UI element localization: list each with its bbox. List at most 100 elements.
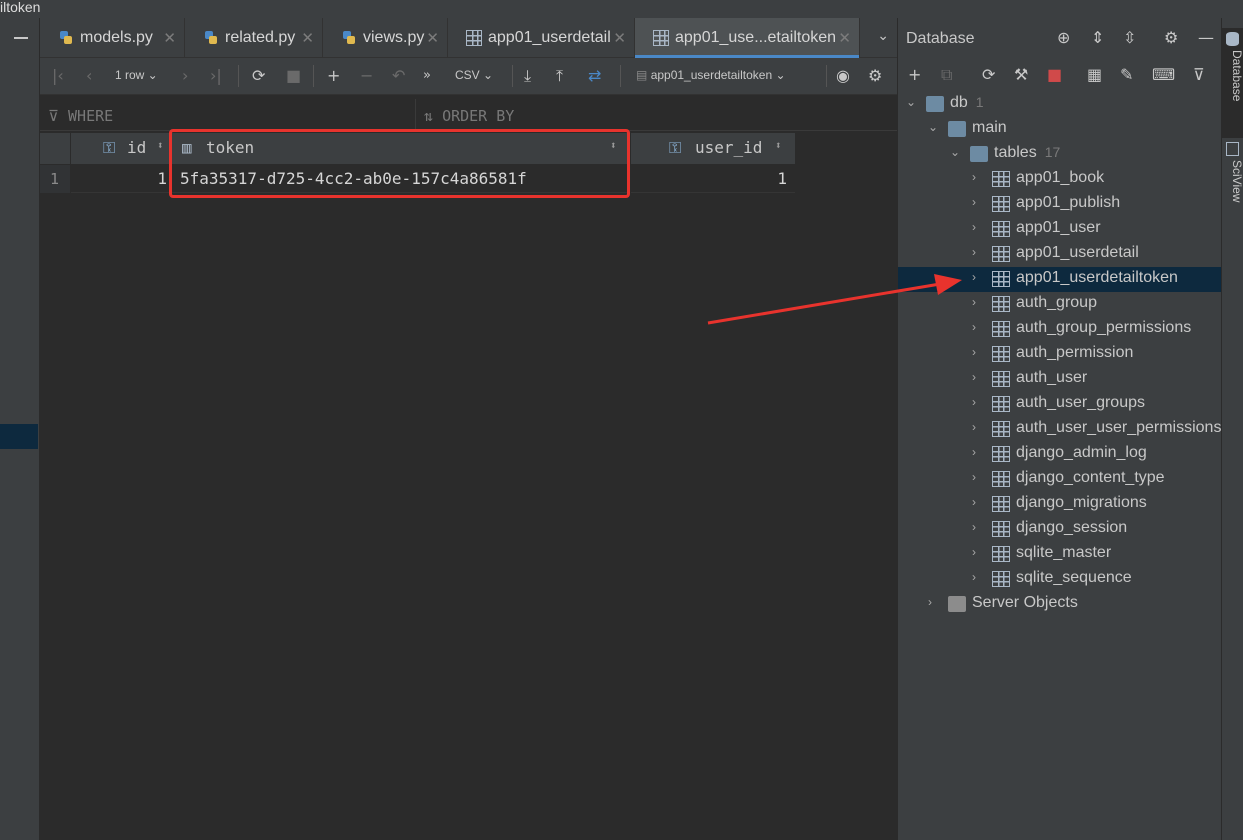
upload-icon[interactable]: ⤒ — [556, 67, 563, 85]
tree-item-table[interactable]: › auth_user_user_permissions — [898, 417, 1222, 442]
tree-item-table[interactable]: › app01_userdetail — [898, 242, 1222, 267]
more-actions-icon[interactable]: » — [423, 67, 431, 85]
collapse-all-icon[interactable]: ⇳ — [1123, 28, 1136, 47]
chevron-right-icon[interactable]: › — [972, 545, 984, 559]
close-icon[interactable]: ✕ — [301, 29, 314, 47]
table-icon — [653, 30, 669, 46]
tree-item-table[interactable]: › django_content_type — [898, 467, 1222, 492]
add-icon[interactable]: + — [908, 65, 921, 84]
side-tab-label: Database — [1230, 50, 1243, 102]
edit-icon[interactable]: ✎ — [1120, 65, 1133, 84]
chevron-right-icon[interactable]: › — [972, 370, 984, 384]
filter-icon[interactable]: ⊽ — [1193, 65, 1205, 84]
chevron-right-icon[interactable]: › — [972, 570, 984, 584]
compare-icon[interactable]: ⇄ — [588, 67, 601, 85]
chevron-right-icon[interactable]: › — [972, 395, 984, 409]
previous-page-icon[interactable]: ‹ — [86, 67, 92, 85]
gear-icon[interactable]: ⚙ — [868, 67, 882, 85]
view-icon[interactable]: ◉ — [836, 67, 850, 85]
refresh-icon[interactable]: ⟳ — [982, 65, 995, 84]
download-icon[interactable]: ⤓ — [524, 67, 531, 85]
cell-user-id[interactable]: 1 — [631, 165, 795, 193]
minimize-icon[interactable] — [14, 37, 28, 39]
tab-views-py[interactable]: views.py ✕ — [323, 18, 448, 58]
chevron-right-icon[interactable]: › — [972, 195, 984, 209]
export-format-selector[interactable]: CSV ⌄ — [455, 68, 493, 82]
tree-item-tables[interactable]: ⌄ tables 17 — [898, 142, 1222, 167]
chevron-right-icon[interactable]: › — [972, 320, 984, 334]
console-icon[interactable]: ⌨ — [1152, 65, 1175, 84]
chevron-right-icon[interactable]: › — [972, 170, 984, 184]
chevron-right-icon[interactable]: › — [972, 445, 984, 459]
close-icon[interactable]: ✕ — [838, 29, 851, 47]
tree-item-table[interactable]: › django_session — [898, 517, 1222, 542]
sort-icon[interactable]: ⬍ — [157, 139, 164, 152]
gear-icon[interactable]: ⚙ — [1164, 28, 1178, 47]
tree-item-table[interactable]: › auth_user — [898, 367, 1222, 392]
tree-item-table[interactable]: › sqlite_master — [898, 542, 1222, 567]
refresh-icon[interactable]: ⟳ — [252, 67, 265, 85]
last-page-icon[interactable]: ›| — [210, 67, 222, 85]
stop-icon[interactable]: ■ — [1047, 65, 1062, 84]
tree-item-table[interactable]: › auth_group — [898, 292, 1222, 317]
chevron-right-icon[interactable]: › — [972, 245, 984, 259]
chevron-right-icon[interactable]: › — [972, 220, 984, 234]
tree-label: auth_group — [1016, 294, 1097, 311]
chevron-right-icon[interactable]: › — [972, 470, 984, 484]
tree-item-table[interactable]: › django_migrations — [898, 492, 1222, 517]
tab-sciview-side[interactable]: SciView — [1222, 138, 1243, 228]
where-filter[interactable]: ⊽ WHERE — [48, 107, 113, 125]
order-by-filter[interactable]: ⇅ ORDER BY — [424, 107, 514, 125]
chevron-right-icon[interactable]: › — [928, 595, 940, 609]
tab-models-py[interactable]: models.py ✕ — [40, 18, 185, 58]
chevron-right-icon[interactable]: › — [972, 345, 984, 359]
next-page-icon[interactable]: › — [182, 67, 188, 85]
tree-item-table[interactable]: › auth_permission — [898, 342, 1222, 367]
close-icon[interactable]: ✕ — [613, 29, 626, 47]
tab-app01-userdetail[interactable]: app01_userdetail ✕ — [448, 18, 635, 58]
tab-related-py[interactable]: related.py ✕ — [185, 18, 323, 58]
sort-icon[interactable]: ⬍ — [775, 139, 782, 152]
locate-icon[interactable]: ⊕ — [1057, 28, 1070, 47]
duplicate-icon[interactable]: ⧉ — [941, 65, 952, 85]
chevron-right-icon[interactable]: › — [972, 270, 984, 284]
chevron-down-icon[interactable]: ⌄ — [906, 95, 918, 109]
add-row-icon[interactable]: + — [327, 67, 340, 85]
tree-item-db[interactable]: ⌄ db 1 — [898, 92, 1222, 117]
chevron-right-icon[interactable]: › — [972, 520, 984, 534]
close-icon[interactable]: ✕ — [426, 29, 439, 47]
first-page-icon[interactable]: |‹ — [52, 67, 64, 85]
chevron-right-icon[interactable]: › — [972, 495, 984, 509]
hide-icon[interactable]: — — [1198, 28, 1214, 47]
tree-item-table[interactable]: › auth_group_permissions — [898, 317, 1222, 342]
tab-database-side[interactable]: Database — [1222, 28, 1243, 138]
row-count-selector[interactable]: 1 row ⌄ — [115, 68, 158, 82]
datasource-selector[interactable]: ▤ app01_userdetailtoken ⌄ — [636, 68, 786, 82]
tab-app01-userdetailtoken[interactable]: app01_use...etailtoken ✕ — [635, 18, 860, 58]
column-header-user-id[interactable]: ⚿ user_id ⬍ — [631, 133, 795, 164]
close-icon[interactable]: ✕ — [163, 29, 176, 47]
tree-item-table[interactable]: › app01_user — [898, 217, 1222, 242]
chevron-down-icon[interactable]: ⌄ — [928, 120, 940, 134]
chevron-right-icon[interactable]: › — [972, 420, 984, 434]
tree-item-main[interactable]: ⌄ main — [898, 117, 1222, 142]
tree-item-table[interactable]: › django_admin_log — [898, 442, 1222, 467]
revert-icon[interactable]: ↶ — [392, 67, 405, 85]
tree-item-server-objects[interactable]: › Server Objects — [898, 592, 1222, 617]
properties-icon[interactable]: ⚒ — [1014, 65, 1028, 84]
delete-row-icon[interactable]: − — [360, 67, 373, 85]
tree-item-table[interactable]: › sqlite_sequence — [898, 567, 1222, 592]
table-editor-icon[interactable]: ▦ — [1087, 65, 1102, 84]
expand-all-icon[interactable]: ⇕ — [1091, 28, 1104, 47]
chevron-right-icon[interactable]: › — [972, 295, 984, 309]
column-header-id[interactable]: ⚿ id ⬍ — [71, 133, 171, 164]
tree-item-table[interactable]: › app01_userdetailtoken — [898, 267, 1222, 292]
cell-id[interactable]: 1 — [71, 165, 171, 193]
tree-item-table[interactable]: › app01_book — [898, 167, 1222, 192]
tree-item-table[interactable]: › app01_publish — [898, 192, 1222, 217]
chevron-down-icon[interactable]: ⌄ — [950, 145, 962, 159]
tree-item-table[interactable]: › auth_user_groups — [898, 392, 1222, 417]
stop-icon[interactable]: ■ — [286, 67, 301, 85]
chevron-down-icon[interactable]: ⌄ — [877, 28, 889, 44]
database-toolbar: + ⧉ ⟳ ⚒ ■ ▦ ✎ ⌨ ⊽ — [898, 58, 1222, 92]
